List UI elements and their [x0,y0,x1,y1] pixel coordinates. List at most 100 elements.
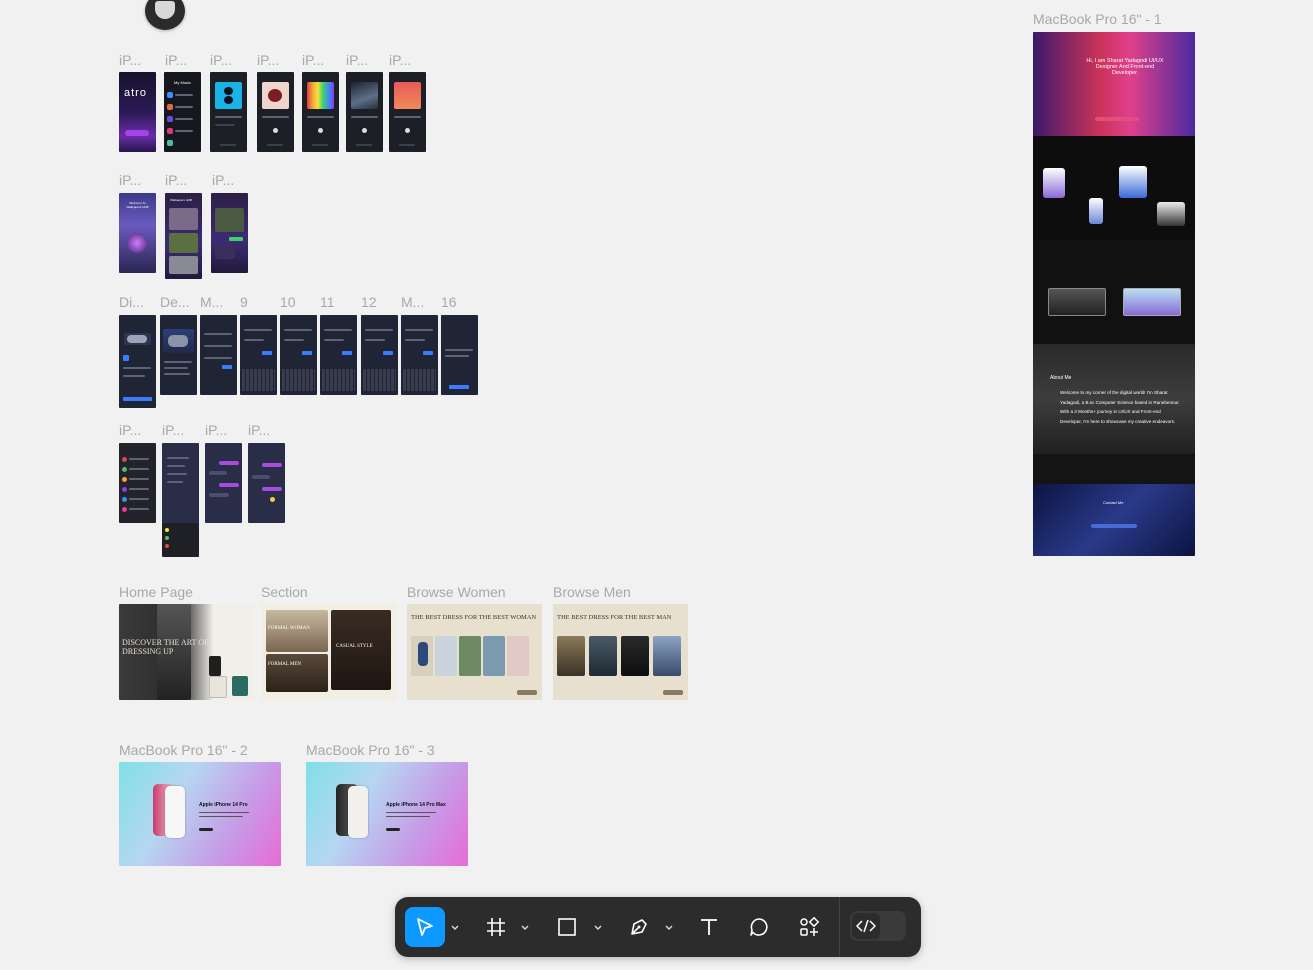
my-music-title: My Music [174,80,191,85]
frame-label[interactable]: 12 [361,294,391,310]
bike-success-frame[interactable] [441,315,478,395]
frame-label[interactable]: M... [401,294,431,310]
frame-label[interactable]: Di... [119,294,149,310]
wallpapers-welcome-text: Welcome To Wallpapers HUB [126,201,149,209]
chat-thread-frame[interactable] [205,443,242,523]
section-frame[interactable]: FORMAL WOMAN CASUAL STYLE FORMAL MEN [261,604,396,700]
iphone-pro-max-frame[interactable]: Apple iPhone 14 Pro Max [306,762,468,866]
frame-label[interactable]: M... [200,294,230,310]
portfolio-hero-text: Hi, I am Sharat Yadagodi UI/UX Designer … [1086,58,1164,76]
comment-icon [750,918,768,936]
frame-label[interactable]: De... [160,294,190,310]
bike-detail-frame[interactable] [160,315,197,395]
pen-tool-dropdown[interactable] [661,907,677,947]
frame-label[interactable]: iP... [162,422,198,438]
home-hero-text: DISCOVER THE ART OF DRESSING UP [122,638,209,656]
frame-label[interactable]: iP... [210,52,246,68]
frame-label[interactable]: Browse Women [407,584,542,600]
bike-chat-frame[interactable] [280,315,317,395]
avatar[interactable] [145,0,185,30]
my-music-frame[interactable]: My Music [164,72,201,152]
shape-tool-dropdown[interactable] [590,907,606,947]
bike-list-frame[interactable] [200,315,237,395]
contact-title: Contact Me [1103,500,1124,505]
player-frame[interactable] [389,72,426,152]
chat-menu-frame[interactable] [162,443,199,557]
text-tool-button[interactable] [692,907,726,947]
player-frame[interactable] [257,72,294,152]
comment-tool-button[interactable] [742,907,776,947]
pen-tool-button[interactable] [622,907,656,947]
frame-tool-dropdown[interactable] [517,907,533,947]
frame-label[interactable]: 11 [320,294,350,310]
rectangle-icon [558,918,576,936]
browse-men-frame[interactable]: THE BEST DRESS FOR THE BEST MAN [553,604,688,700]
frame-label[interactable]: iP... [389,52,425,68]
iphone-pro-max-title: Apple iPhone 14 Pro Max [386,802,446,808]
toolbar-divider [839,897,840,957]
section-casual: CASUAL STYLE [336,644,373,649]
iphone-pro-title: Apple iPhone 14 Pro [199,802,248,808]
men-title: THE BEST DRESS FOR THE BEST MAN [557,614,672,621]
bike-discover-frame[interactable] [119,315,156,408]
bike-chat-frame[interactable] [361,315,398,395]
frame-label[interactable]: iP... [119,172,155,188]
components-icon [800,916,820,936]
frame-label[interactable]: iP... [205,422,241,438]
chevron-down-icon [665,925,673,930]
chevron-down-icon [594,925,602,930]
chevron-down-icon [521,925,529,930]
frame-label[interactable]: iP... [165,172,201,188]
iphone-pro-frame[interactable]: Apple iPhone 14 Pro [119,762,281,866]
music-splash-frame[interactable]: atro [119,72,156,152]
shape-tool-button[interactable] [550,907,584,947]
frame-label[interactable]: MacBook Pro 16" - 1 [1033,11,1203,27]
bike-chat-frame[interactable] [240,315,277,395]
move-tool-button[interactable] [405,907,445,947]
about-title: About Me [1050,375,1072,381]
frame-label[interactable]: iP... [119,422,155,438]
frame-label[interactable]: 9 [240,294,270,310]
player-frame[interactable] [210,72,247,152]
wallpapers-home-frame[interactable]: Wallpapers HUB [165,193,202,279]
player-frame[interactable] [346,72,383,152]
wallpapers-welcome-frame[interactable]: Welcome To Wallpapers HUB [119,193,156,273]
frame-label[interactable]: 16 [441,294,471,310]
player-frame[interactable] [302,72,339,152]
design-canvas[interactable]: iP... iP... iP... iP... iP... iP... iP..… [0,0,1313,970]
chat-thread-frame[interactable] [248,443,285,523]
frame-label[interactable]: iP... [346,52,382,68]
frame-label[interactable]: iP... [212,172,248,188]
move-tool-dropdown[interactable] [447,907,463,947]
toolbar [395,897,921,957]
section-formal-men: FORMAL MEN [268,662,302,667]
women-title: THE BEST DRESS FOR THE BEST WOMAN [411,614,537,621]
frame-label[interactable]: iP... [119,52,155,68]
wallpapers-title: Wallpapers HUB [170,198,193,202]
frame-label[interactable]: Home Page [119,584,254,600]
browse-women-frame[interactable]: THE BEST DRESS FOR THE BEST WOMAN [407,604,542,700]
frame-label[interactable]: iP... [257,52,293,68]
wallpapers-detail-frame[interactable] [211,193,248,273]
chat-list-frame[interactable] [119,443,156,523]
home-page-frame[interactable]: DISCOVER THE ART OF DRESSING UP [119,604,254,700]
frame-icon [487,918,505,936]
frame-label[interactable]: MacBook Pro 16" - 3 [306,742,468,758]
frame-label[interactable]: iP... [302,52,338,68]
atro-logo: atro [124,87,147,99]
code-icon [856,919,876,933]
dev-mode-toggle[interactable] [850,911,906,941]
frame-label[interactable]: iP... [248,422,284,438]
frame-label[interactable]: iP... [165,52,201,68]
actions-tool-button[interactable] [792,907,826,947]
bike-chat-frame[interactable] [320,315,357,395]
pen-icon [631,919,647,935]
text-icon [701,919,717,935]
frame-label[interactable]: MacBook Pro 16" - 2 [119,742,281,758]
frame-label[interactable]: Section [261,584,396,600]
frame-label[interactable]: Browse Men [553,584,688,600]
portfolio-frame[interactable]: Hi, I am Sharat Yadagodi UI/UX Designer … [1033,32,1195,556]
bike-chat-frame[interactable] [401,315,438,395]
frame-label[interactable]: 10 [280,294,310,310]
frame-tool-button[interactable] [479,907,513,947]
